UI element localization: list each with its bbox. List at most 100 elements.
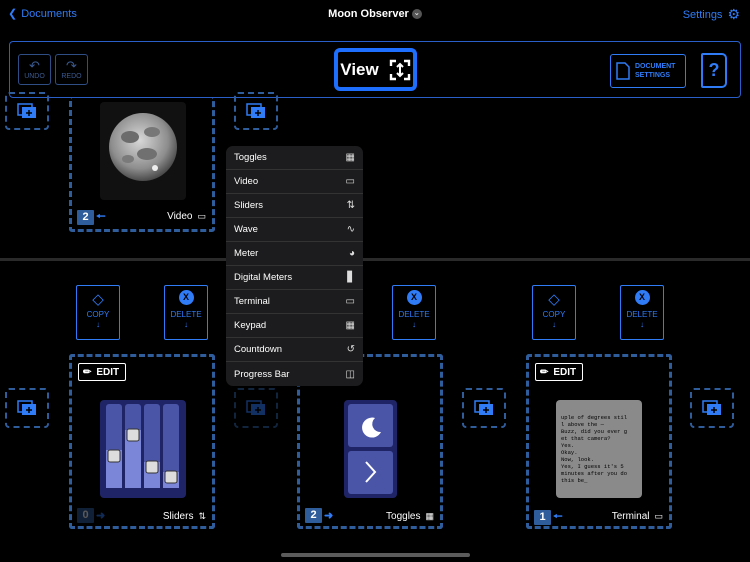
panel-number-value: 2 bbox=[77, 210, 94, 225]
keypad-icon: ▦ bbox=[345, 320, 355, 331]
restart-icon: ↺ bbox=[346, 344, 355, 355]
add-panel-button[interactable] bbox=[234, 388, 278, 428]
panel-number-value: 0 bbox=[77, 508, 94, 523]
redo-button[interactable]: ↷ REDO bbox=[55, 54, 88, 85]
toggles-preview bbox=[344, 400, 397, 498]
document-settings-button[interactable]: DOCUMENT SETTINGS bbox=[610, 54, 686, 88]
close-icon: X bbox=[634, 290, 650, 305]
arrow-down-icon: ↓ bbox=[96, 320, 100, 329]
menu-item-wave[interactable]: Wave ∿ bbox=[226, 218, 363, 242]
arrow-down-icon: ↓ bbox=[640, 320, 644, 329]
menu-item-keypad[interactable]: Keypad ▦ bbox=[226, 314, 363, 338]
panel-type-label: Sliders ⇅ bbox=[163, 511, 206, 522]
gauge-icon: ◕ bbox=[348, 248, 355, 259]
add-stack-icon bbox=[702, 400, 721, 415]
doc-settings-line2: SETTINGS bbox=[635, 72, 671, 79]
add-stack-icon bbox=[246, 400, 265, 415]
settings-label: Settings bbox=[682, 8, 723, 21]
terminal-preview: uple of degrees stil l above the — Buzz,… bbox=[556, 400, 642, 498]
progress-icon: ◫ bbox=[345, 368, 355, 380]
panel-number: 2 ➜ bbox=[305, 508, 333, 523]
menu-item-label: Countdown bbox=[234, 344, 283, 355]
menu-item-label: Meter bbox=[234, 248, 259, 259]
menu-item-meter[interactable]: Meter ◕ bbox=[226, 242, 363, 266]
menu-item-video[interactable]: Video ▭ bbox=[226, 170, 363, 194]
menu-item-label: Keypad bbox=[234, 320, 267, 331]
layers-icon: ◇ bbox=[548, 291, 560, 308]
sliders-icon: ⇅ bbox=[346, 200, 355, 211]
undo-label: UNDO bbox=[24, 73, 45, 80]
doc-settings-line1: DOCUMENT bbox=[635, 63, 676, 70]
panel-number: 2 🠔 bbox=[77, 208, 106, 227]
menu-item-label: Terminal bbox=[234, 296, 270, 307]
sliders-icon: ⇅ bbox=[198, 511, 206, 521]
menu-item-countdown[interactable]: Countdown ↺ bbox=[226, 338, 363, 362]
toolbar: ↶ UNDO ↷ REDO View DOCUMENT SETTINGS ? bbox=[9, 41, 741, 98]
menu-item-progress-bar[interactable]: Progress Bar ◫ bbox=[226, 362, 363, 386]
copy-button[interactable]: ◇ COPY ↓ bbox=[76, 285, 120, 340]
close-icon: X bbox=[406, 290, 422, 305]
panel-type-text: Video bbox=[167, 211, 193, 222]
chevron-down-icon: ⌄ bbox=[411, 9, 422, 20]
home-indicator[interactable] bbox=[281, 553, 470, 557]
help-book-button[interactable]: ? bbox=[701, 53, 727, 88]
undo-icon: ↶ bbox=[29, 58, 40, 73]
document-title[interactable]: Moon Observer ⌄ bbox=[0, 8, 750, 20]
sliders-icon bbox=[106, 404, 179, 488]
menu-item-sliders[interactable]: Sliders ⇅ bbox=[226, 194, 363, 218]
redo-label: REDO bbox=[61, 73, 82, 80]
panel-type-text: Toggles bbox=[386, 511, 421, 522]
edit-button[interactable]: ✏ EDIT bbox=[78, 363, 126, 381]
grid-icon: ▦ bbox=[425, 511, 434, 521]
delete-label: DELETE bbox=[398, 310, 430, 319]
moon-image bbox=[100, 102, 186, 200]
sliders-panel[interactable]: ✏ EDIT 0 ➜ Sliders ⇅ bbox=[69, 354, 215, 529]
add-stack-icon bbox=[17, 400, 36, 415]
delete-label: DELETE bbox=[626, 310, 658, 319]
expand-icon bbox=[389, 59, 410, 80]
add-panel-button[interactable] bbox=[462, 388, 506, 428]
settings-button[interactable]: Settings ⚙ bbox=[683, 6, 740, 23]
copy-label: COPY bbox=[86, 310, 110, 319]
undo-button[interactable]: ↶ UNDO bbox=[18, 54, 51, 85]
edit-button[interactable]: ✏ EDIT bbox=[535, 363, 583, 381]
video-panel[interactable]: 2 🠔 Video ▭ bbox=[69, 98, 215, 232]
redo-icon: ↷ bbox=[66, 58, 77, 73]
add-stack-icon bbox=[17, 103, 36, 118]
add-panel-button[interactable] bbox=[234, 92, 278, 130]
add-panel-button[interactable] bbox=[5, 388, 49, 428]
add-panel-button[interactable] bbox=[5, 92, 49, 130]
view-mode-button[interactable]: View bbox=[334, 48, 417, 91]
arrow-left-icon: 🠔 bbox=[96, 211, 106, 223]
menu-item-terminal[interactable]: Terminal ▭ bbox=[226, 290, 363, 314]
copy-button[interactable]: ◇ COPY ↓ bbox=[532, 285, 576, 340]
row-divider bbox=[0, 258, 750, 261]
close-icon: X bbox=[178, 290, 194, 305]
delete-button[interactable]: X DELETE ↓ bbox=[164, 285, 208, 340]
menu-item-digital-meters[interactable]: Digital Meters ▋ bbox=[226, 266, 363, 290]
video-icon: ▭ bbox=[345, 176, 355, 187]
panel-type-label: Terminal ▭ bbox=[612, 511, 663, 522]
moon-icon bbox=[109, 113, 177, 181]
panel-number-value: 1 bbox=[534, 510, 551, 525]
gear-icon: ⚙ bbox=[727, 6, 740, 22]
arrow-down-icon: ↓ bbox=[552, 320, 556, 329]
arrow-right-icon: ➜ bbox=[324, 510, 334, 522]
layers-icon: ◇ bbox=[92, 291, 104, 308]
sliders-preview bbox=[100, 400, 186, 498]
add-stack-icon bbox=[246, 103, 265, 118]
grid-icon: ▦ bbox=[345, 152, 355, 163]
edit-label: EDIT bbox=[553, 366, 577, 378]
menu-item-label: Wave bbox=[234, 224, 258, 235]
menu-item-label: Video bbox=[234, 176, 259, 187]
panel-type-label: Toggles ▦ bbox=[386, 511, 434, 522]
panel-type-text: Sliders bbox=[162, 511, 194, 522]
add-panel-button[interactable] bbox=[690, 388, 734, 428]
menu-item-label: Progress Bar bbox=[234, 368, 290, 380]
terminal-panel[interactable]: ✏ EDIT uple of degrees stil l above the —… bbox=[526, 354, 672, 529]
delete-button[interactable]: X DELETE ↓ bbox=[620, 285, 664, 340]
panel-number: 1 🠔 bbox=[534, 508, 563, 527]
arrow-down-icon: ↓ bbox=[412, 320, 416, 329]
menu-item-toggles[interactable]: Toggles ▦ bbox=[226, 146, 363, 170]
delete-button[interactable]: X DELETE ↓ bbox=[392, 285, 436, 340]
